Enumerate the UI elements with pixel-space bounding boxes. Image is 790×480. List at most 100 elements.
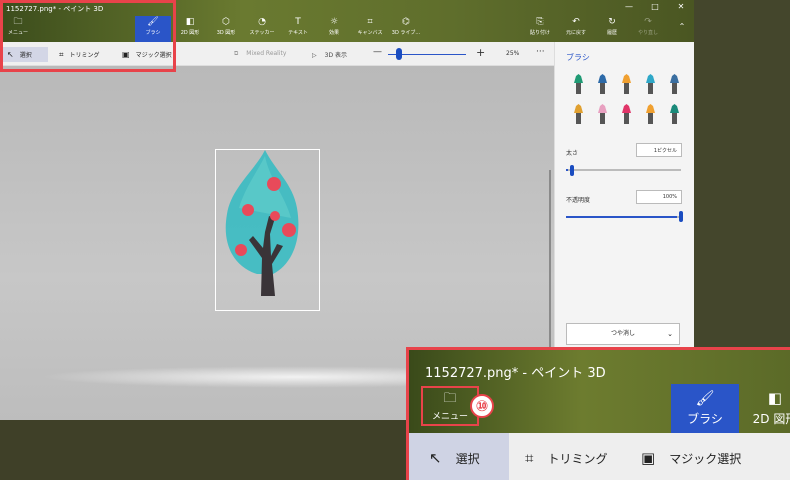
opacity-thumb[interactable] bbox=[679, 211, 683, 222]
finish-dropdown[interactable]: つや消し ⌄ bbox=[566, 323, 680, 345]
brush-pencil-2[interactable] bbox=[568, 103, 588, 125]
zoom-brush-label: ブラシ bbox=[687, 412, 723, 426]
zoom-slider-thumb[interactable] bbox=[396, 48, 402, 60]
effects-icon: ☼ bbox=[329, 17, 339, 27]
undo-button[interactable]: ↶ 元に戻す bbox=[558, 16, 594, 42]
zoom-title: 1152727.png* - ペイント 3D bbox=[425, 366, 606, 381]
brush-spray[interactable] bbox=[640, 103, 660, 125]
thickness-slider[interactable] bbox=[566, 169, 681, 171]
history-label: 履歴 bbox=[606, 30, 617, 36]
more-options-button[interactable]: ··· bbox=[536, 47, 545, 57]
tool-2d-shapes[interactable]: ◧ 2D 図形 bbox=[172, 16, 208, 42]
paste-icon: ⎘ bbox=[536, 17, 544, 27]
cursor-icon: ↖ bbox=[429, 449, 442, 467]
brush-oil-brush-icon bbox=[622, 74, 631, 94]
brush-watercolor-icon bbox=[646, 74, 655, 94]
step-badge: ⑩ bbox=[470, 394, 494, 418]
background-dark-bottom bbox=[0, 420, 406, 480]
folder-icon: 🗀 bbox=[443, 391, 457, 406]
history-icon: ↻ bbox=[608, 17, 616, 27]
brush-crayon[interactable] bbox=[616, 103, 636, 125]
view-3d-icon: ▷ bbox=[312, 52, 317, 59]
brush-icon: 🖌 bbox=[695, 389, 715, 407]
zoom-in-button[interactable]: + bbox=[476, 46, 485, 59]
zoom-2d-shapes-tool[interactable]: ◧ 2D 図形 bbox=[745, 384, 790, 433]
tool-3d-shapes[interactable]: ⬡ 3D 図形 bbox=[208, 16, 244, 42]
tool-label: キャンバス bbox=[357, 30, 383, 36]
cube-icon: ⬡ bbox=[222, 17, 230, 27]
zoom-crop-tool[interactable]: ⌗ トリミング bbox=[525, 433, 625, 480]
brush-pencil-2-icon bbox=[574, 104, 583, 124]
tool-canvas[interactable]: ⌗ キャンバス bbox=[352, 16, 388, 42]
brush-marker[interactable] bbox=[568, 73, 588, 95]
paste-label: 貼り付け bbox=[529, 30, 550, 36]
undo-icon: ↶ bbox=[572, 17, 580, 27]
zoom-ribbon: 1152727.png* - ペイント 3D 🗀 メニュー ⑩ 🖌 ブラシ ◧ … bbox=[409, 350, 790, 433]
tool-stickers[interactable]: ◔ ステッカー bbox=[244, 16, 280, 42]
selection-box[interactable] bbox=[215, 149, 320, 311]
zoom-magic-select-tool[interactable]: ▣ マジック選択 bbox=[641, 433, 781, 480]
zoom-menu-label: メニュー bbox=[431, 412, 468, 422]
tool-label: 効果 bbox=[328, 30, 339, 36]
thickness-thumb[interactable] bbox=[570, 165, 574, 176]
brush-calligraphy-pen[interactable] bbox=[592, 73, 612, 95]
crop-icon: ⌗ bbox=[525, 449, 534, 467]
brush-eraser-icon bbox=[598, 104, 607, 124]
sticker-icon: ◔ bbox=[258, 17, 266, 27]
redo-button[interactable]: ↷ やり直し bbox=[630, 16, 666, 42]
zoom-level: 25% bbox=[506, 50, 520, 57]
thickness-input[interactable]: 1ピクセル bbox=[636, 143, 682, 157]
tool-3d-library[interactable]: ⌬ 3D ライブ... bbox=[388, 16, 424, 42]
paste-button[interactable]: ⎘ 貼り付け bbox=[522, 16, 558, 42]
close-button[interactable]: ✕ bbox=[671, 2, 691, 11]
opacity-label: 不透明度 bbox=[566, 197, 591, 204]
tool-label: 3D 図形 bbox=[216, 30, 236, 36]
zoom-out-button[interactable]: — bbox=[373, 47, 382, 57]
view-3d-label: 3D 表示 bbox=[324, 52, 347, 59]
tool-text[interactable]: T テキスト bbox=[280, 16, 316, 42]
text-icon: T bbox=[295, 17, 301, 27]
collapse-ribbon-icon[interactable]: ⌃ bbox=[672, 22, 692, 31]
brush-watercolor[interactable] bbox=[640, 73, 660, 95]
mixed-reality-label: Mixed Reality bbox=[246, 50, 287, 57]
zoom-brush-tool[interactable]: 🖌 ブラシ bbox=[671, 384, 739, 433]
redo-icon: ↷ bbox=[644, 17, 652, 27]
brush-pencil-icon bbox=[670, 74, 679, 94]
history-button[interactable]: ↻ 履歴 bbox=[594, 16, 630, 42]
canvas-icon: ⌗ bbox=[367, 17, 373, 27]
tool-label: 3D ライブ... bbox=[391, 30, 421, 36]
shapes-2d-icon: ◧ bbox=[767, 389, 783, 407]
maximize-button[interactable]: □ bbox=[645, 2, 665, 11]
shapes-2d-icon: ◧ bbox=[185, 17, 195, 27]
minimize-button[interactable]: — bbox=[619, 2, 639, 11]
brush-spray-icon bbox=[646, 104, 655, 124]
library-3d-icon: ⌬ bbox=[402, 17, 410, 27]
zoom-select-label: 選択 bbox=[455, 452, 480, 466]
chevron-down-icon: ⌄ bbox=[667, 330, 673, 338]
brush-crayon-icon bbox=[622, 104, 631, 124]
brush-fill[interactable] bbox=[664, 103, 684, 125]
tool-label: テキスト bbox=[288, 30, 308, 36]
background-dark bbox=[694, 0, 790, 348]
brush-calligraphy-pen-icon bbox=[598, 74, 607, 94]
canvas-scrollbar[interactable] bbox=[549, 170, 551, 360]
zoom-magic-label: マジック選択 bbox=[669, 452, 742, 466]
thickness-fill bbox=[566, 169, 568, 171]
tool-label: ステッカー bbox=[249, 30, 275, 36]
view-3d-button[interactable]: ▷ 3D 表示 bbox=[312, 50, 347, 59]
brush-oil-brush[interactable] bbox=[616, 73, 636, 95]
brush-fill-icon bbox=[670, 104, 679, 124]
mixed-reality-icon: ⧉ bbox=[234, 50, 239, 57]
zoom-callout: 1152727.png* - ペイント 3D 🗀 メニュー ⑩ 🖌 ブラシ ◧ … bbox=[406, 347, 790, 480]
brush-eraser[interactable] bbox=[592, 103, 612, 125]
zoom-select-tool[interactable]: ↖ 選択 bbox=[409, 433, 509, 480]
magic-select-icon: ▣ bbox=[641, 449, 656, 467]
zoom-crop-label: トリミング bbox=[547, 452, 608, 466]
tool-effects[interactable]: ☼ 効果 bbox=[316, 16, 352, 42]
brush-pencil[interactable] bbox=[664, 73, 684, 95]
thickness-label: 太さ bbox=[566, 150, 579, 157]
mixed-reality-button[interactable]: ⧉ Mixed Reality bbox=[234, 50, 286, 58]
opacity-input[interactable]: 100% bbox=[636, 190, 682, 204]
brush-marker-icon bbox=[574, 74, 583, 94]
redo-label: やり直し bbox=[637, 30, 658, 36]
